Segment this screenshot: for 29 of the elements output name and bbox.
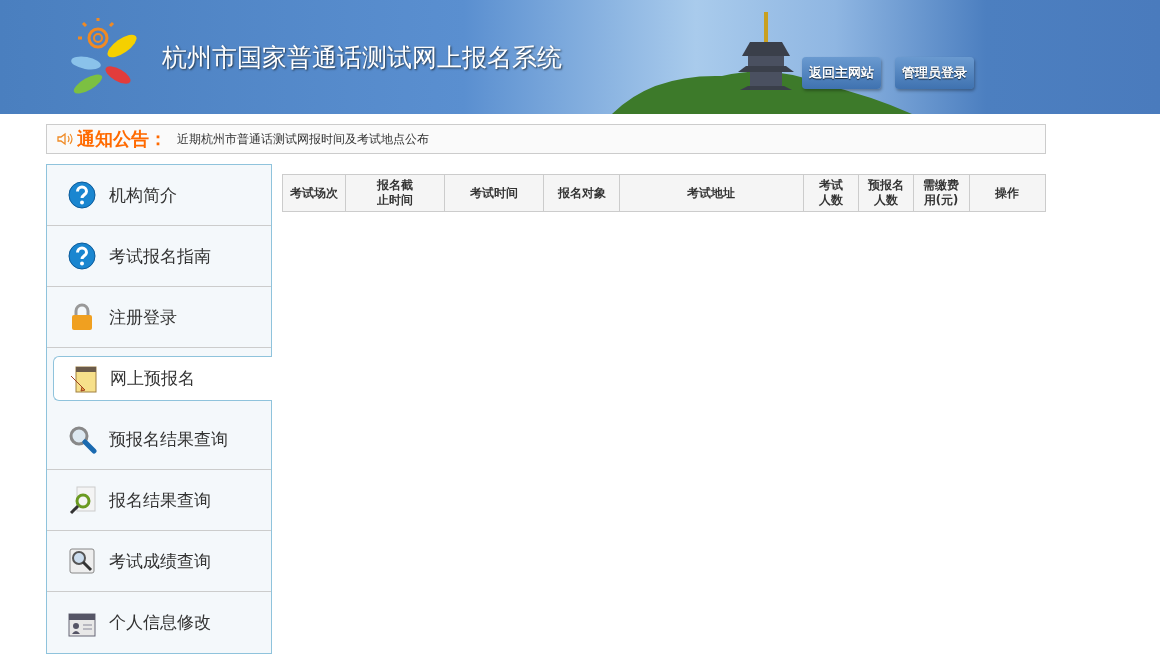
speaker-icon bbox=[57, 132, 73, 146]
document-magnifier-icon bbox=[67, 546, 97, 576]
sidebar-item[interactable]: 机构简介 bbox=[47, 165, 271, 226]
site-title: 杭州市国家普通话测试网上报名系统 bbox=[162, 41, 562, 74]
sidebar-item[interactable]: 考试报名指南 bbox=[47, 226, 271, 287]
sidebar-item[interactable]: 个人信息修改 bbox=[47, 592, 271, 653]
column-header: 报名对象 bbox=[543, 174, 620, 212]
sidebar-item[interactable]: 网上预报名 bbox=[53, 356, 272, 401]
column-header: 需缴费用(元) bbox=[913, 174, 969, 212]
sidebar-item[interactable]: 报名结果查询 bbox=[47, 470, 271, 531]
question-icon bbox=[67, 241, 97, 271]
column-header: 考试场次 bbox=[282, 174, 346, 212]
question-icon bbox=[67, 180, 97, 210]
column-header: 预报名人数 bbox=[858, 174, 914, 212]
header-button[interactable]: 返回主网站 bbox=[802, 57, 881, 89]
header-button[interactable]: 管理员登录 bbox=[895, 57, 974, 89]
document-magnifier-icon bbox=[67, 485, 97, 515]
notepad-pencil-icon bbox=[68, 363, 98, 394]
sidebar-item[interactable]: 考试成绩查询 bbox=[47, 531, 271, 592]
column-header: 操作 bbox=[969, 174, 1046, 212]
column-header: 考试时间 bbox=[444, 174, 544, 212]
sidebar-item[interactable]: 预报名结果查询 bbox=[47, 409, 271, 470]
column-header: 考试人数 bbox=[803, 174, 859, 212]
column-header: 报名截止时间 bbox=[345, 174, 445, 212]
sidebar-item[interactable]: 注册登录 bbox=[47, 287, 271, 348]
notice-label: 通知公告： bbox=[77, 127, 167, 151]
magnifier-icon bbox=[67, 424, 97, 454]
column-header: 考试地址 bbox=[619, 174, 804, 212]
notice-link[interactable]: 近期杭州市普通话测试网报时间及考试地点公布 bbox=[177, 130, 429, 148]
